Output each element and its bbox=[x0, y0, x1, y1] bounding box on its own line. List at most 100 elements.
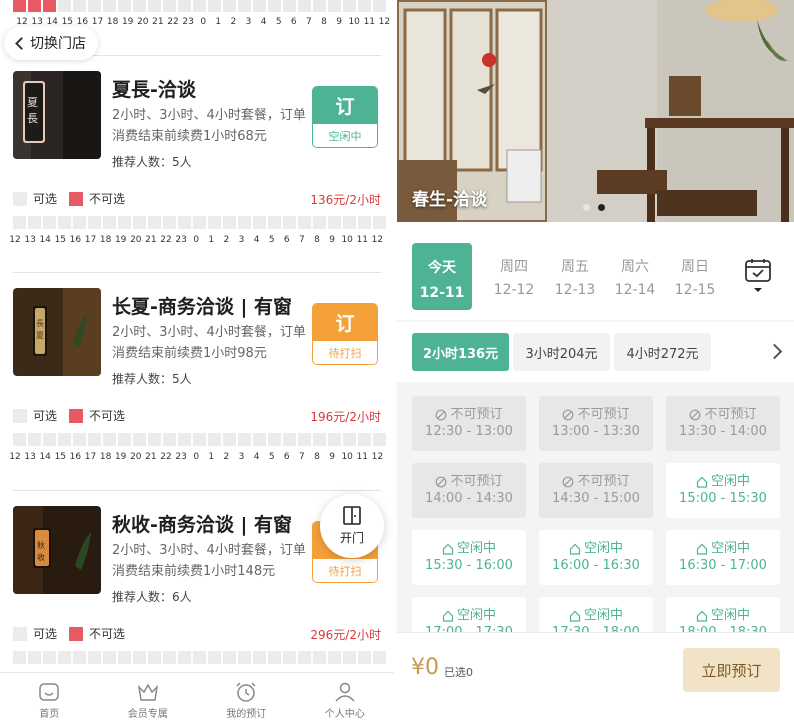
tick-label: 12 bbox=[371, 235, 384, 245]
room-list-panel[interactable]: 12 13 14 15 16 17 18 19 20 21 22 23 0 1 2 3 4 5 6 7 8 9 10 11 12… bbox=[0, 0, 394, 723]
availability-cell bbox=[193, 651, 206, 664]
date-item-today[interactable]: 今天 12-11 bbox=[412, 243, 472, 310]
home-outline-icon bbox=[442, 610, 454, 622]
date-weekday: 周五 bbox=[561, 259, 589, 275]
availability-cell bbox=[28, 216, 41, 229]
person-icon bbox=[335, 682, 355, 702]
availability-cell bbox=[88, 433, 101, 446]
timebar-cell bbox=[28, 0, 41, 12]
tick-label: 0 bbox=[193, 235, 200, 245]
slot-status: 不可预订 bbox=[666, 406, 780, 423]
duration-option[interactable]: 4小时272元 bbox=[614, 333, 711, 371]
time-slot-available[interactable]: 空闲中 16:00 - 16:30 bbox=[539, 530, 653, 585]
tick-label: 6 bbox=[283, 235, 290, 245]
room-price: 136元/2小时 bbox=[310, 193, 381, 207]
availability-cell bbox=[103, 216, 116, 229]
room-detail-panel[interactable]: 春生-洽谈 今天 12-11 周四 12-12 周五 12-13 周六 12-1… bbox=[397, 0, 794, 723]
room-title: 秋收-商务洽谈 | 有窗 bbox=[112, 514, 293, 536]
slot-status: 不可预订 bbox=[412, 406, 526, 423]
room-card[interactable]: 長夏 长夏-商务洽谈 | 有窗 2小时、3小时、4小时套餐，订单消费结束前续费1… bbox=[0, 272, 394, 490]
room-photo-title: 春生-洽谈 bbox=[412, 190, 488, 210]
tab-member[interactable]: 会员专属 bbox=[99, 673, 198, 723]
slot-status: 空闲中 bbox=[412, 607, 526, 624]
tick-label: 20 bbox=[137, 17, 149, 27]
book-button[interactable]: 订 待打扫 bbox=[312, 303, 378, 365]
time-slot-unavailable[interactable]: 不可预订 14:30 - 15:00 bbox=[539, 463, 653, 518]
time-slot-available[interactable]: 空闲中18:00 - 18:30 bbox=[666, 597, 780, 632]
slot-status-label: 空闲中 bbox=[583, 541, 623, 556]
tab-my-bookings[interactable]: 我的预订 bbox=[197, 673, 296, 723]
book-button[interactable]: 订 空闲中 bbox=[312, 86, 378, 148]
switch-store-button[interactable]: 切换门店 bbox=[4, 26, 98, 60]
time-slot-available[interactable]: 空闲中17:30 - 18:00 bbox=[539, 597, 653, 632]
slot-status-label: 空闲中 bbox=[710, 608, 750, 623]
chevron-right-icon[interactable] bbox=[769, 344, 783, 358]
status-badge: 待打扫 bbox=[313, 341, 377, 364]
tick-label: 2 bbox=[223, 452, 230, 462]
calendar-button[interactable] bbox=[745, 258, 771, 294]
tick-label: 15 bbox=[54, 452, 67, 462]
carousel-dots bbox=[583, 204, 605, 211]
tick-label: 13 bbox=[24, 452, 36, 462]
availability-cell bbox=[43, 216, 56, 229]
availability-cell bbox=[208, 433, 221, 446]
tick-label: 19 bbox=[114, 235, 127, 245]
tick-label: 7 bbox=[299, 235, 305, 245]
tick-label: 4 bbox=[260, 17, 267, 27]
tick-label: 22 bbox=[160, 235, 172, 245]
date-item[interactable]: 周五 12-13 bbox=[545, 256, 605, 298]
legend-unavailable-swatch bbox=[69, 191, 84, 206]
time-slot-unavailable[interactable]: 不可预订 14:00 - 14:30 bbox=[412, 463, 526, 518]
slot-time: 15:00 - 15:30 bbox=[679, 491, 767, 506]
slot-status-label: 不可预订 bbox=[577, 474, 630, 489]
date-item[interactable]: 周四 12-12 bbox=[484, 256, 544, 298]
availability-cell bbox=[238, 433, 251, 446]
availability-cell bbox=[148, 433, 161, 446]
book-now-button[interactable]: 立即预订 bbox=[683, 648, 780, 692]
availability-cell bbox=[163, 651, 176, 664]
tick-label: 7 bbox=[299, 452, 305, 462]
time-slot-available[interactable]: 空闲中 15:00 - 15:30 bbox=[666, 463, 780, 518]
tab-my-bookings-label: 我的预订 bbox=[226, 709, 267, 720]
tick-label: 8 bbox=[314, 452, 320, 462]
time-slot-unavailable[interactable]: 不可预订 13:30 - 14:00 bbox=[666, 396, 780, 451]
time-slot-available[interactable]: 空闲中 15:30 - 16:00 bbox=[412, 530, 526, 585]
duration-option-selected[interactable]: 2小时136元 bbox=[412, 333, 509, 371]
tick-label: 1 bbox=[215, 17, 222, 27]
availability-cell bbox=[343, 433, 356, 446]
availability-cell bbox=[373, 651, 386, 664]
carousel-dot-active[interactable] bbox=[598, 204, 605, 211]
tick-label: 11 bbox=[356, 452, 369, 462]
tick-row: 12 13 14 15 16 17 18 19 20 21 22 23 0 1 2 3 4 5 6 7 8 9 10 11 12 bbox=[0, 235, 394, 247]
timebar-cell bbox=[118, 0, 131, 12]
prohibited-icon bbox=[690, 409, 701, 420]
slot-status: 不可预订 bbox=[539, 473, 653, 490]
tab-profile[interactable]: 个人中心 bbox=[296, 673, 395, 723]
tick-label: 2 bbox=[230, 17, 237, 27]
time-slot-unavailable[interactable]: 不可预订 13:00 - 13:30 bbox=[539, 396, 653, 451]
tick-label: 10 bbox=[348, 17, 360, 27]
tick-label: 5 bbox=[275, 17, 282, 27]
open-door-button[interactable]: 开门 bbox=[320, 494, 384, 558]
tick-label: 19 bbox=[121, 17, 134, 27]
total-price: ¥0 bbox=[411, 655, 439, 680]
time-slot-unavailable[interactable]: 不可预订 12:30 - 13:00 bbox=[412, 396, 526, 451]
carousel-dot[interactable] bbox=[583, 204, 590, 211]
availability-cell bbox=[178, 216, 191, 229]
availability-cell bbox=[313, 433, 326, 446]
duration-option[interactable]: 3小时204元 bbox=[513, 333, 610, 371]
date-item[interactable]: 周六 12-14 bbox=[605, 256, 665, 298]
room-photo-carousel[interactable]: 春生-洽谈 bbox=[397, 0, 794, 222]
tab-home[interactable]: 首页 bbox=[0, 673, 99, 723]
timebar-cell bbox=[343, 0, 356, 12]
slot-status: 空闲中 bbox=[666, 540, 780, 557]
tick-label: 17 bbox=[84, 235, 97, 245]
availability-cell bbox=[193, 216, 206, 229]
slot-status-label: 不可预订 bbox=[450, 407, 503, 422]
room-card[interactable]: 夏長 夏長-洽谈 2小时、3小时、4小时套餐，订单消费结束前续费1小时68元 推… bbox=[0, 55, 394, 273]
time-slot-grid: 不可预订 12:30 - 13:00 不可预订 13:00 - 13:30 不可预订 13… bbox=[397, 382, 794, 632]
date-item[interactable]: 周日 12-15 bbox=[665, 256, 725, 298]
time-slot-available[interactable]: 空闲中 16:30 - 17:00 bbox=[666, 530, 780, 585]
time-slot-available[interactable]: 空闲中17:00 - 17:30 bbox=[412, 597, 526, 632]
home-outline-icon bbox=[696, 476, 708, 488]
